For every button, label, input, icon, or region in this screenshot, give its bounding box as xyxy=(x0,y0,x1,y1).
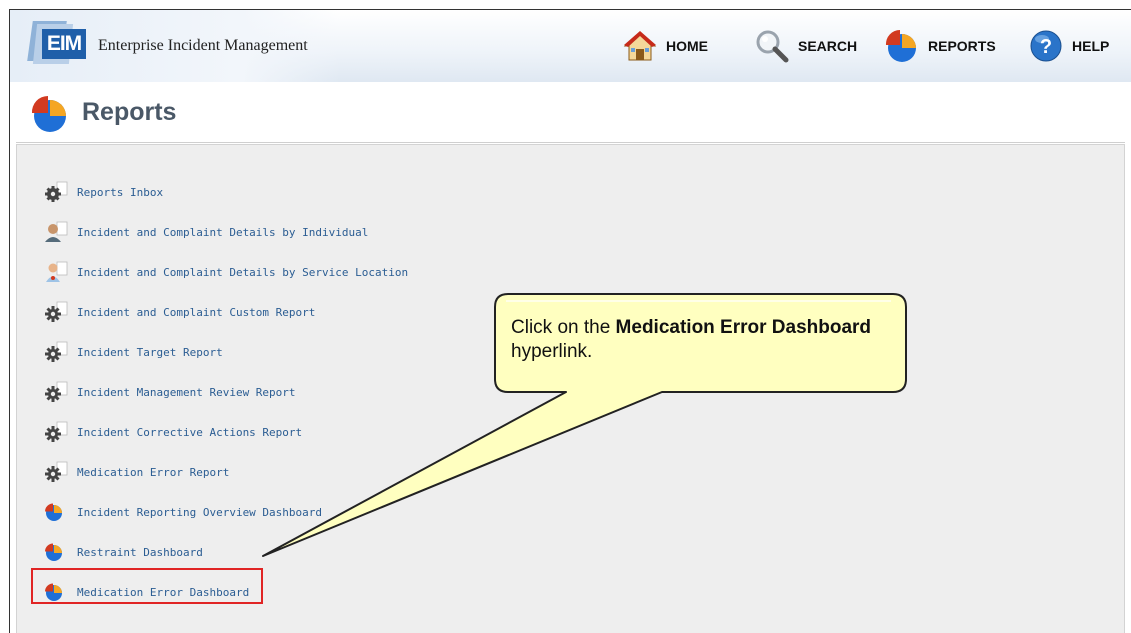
report-link-corrective-actions[interactable]: Incident Corrective Actions Report xyxy=(43,421,302,443)
highlight-box xyxy=(31,568,263,604)
help-icon: ? xyxy=(1028,28,1064,64)
pie-chart-icon xyxy=(884,28,920,64)
reports-panel: Reports Inbox Incident and Complaint Det… xyxy=(16,144,1125,633)
report-link-label[interactable]: Restraint Dashboard xyxy=(77,546,203,559)
page-title: Reports xyxy=(82,98,177,126)
report-link-label[interactable]: Incident and Complaint Details by Servic… xyxy=(77,266,408,279)
report-link-label[interactable]: Reports Inbox xyxy=(77,186,163,199)
report-link-custom-report[interactable]: Incident and Complaint Custom Report xyxy=(43,301,315,323)
nav-help-label: HELP xyxy=(1072,38,1110,54)
report-link-details-by-individual[interactable]: Incident and Complaint Details by Indivi… xyxy=(43,221,368,243)
callout-text-part2: hyperlink. xyxy=(511,341,593,362)
nav-help-button[interactable]: ? HELP xyxy=(1028,24,1109,68)
report-link-label[interactable]: Incident and Complaint Custom Report xyxy=(77,306,315,319)
person-icon xyxy=(43,221,77,243)
app-title: Enterprise Incident Management xyxy=(98,37,308,54)
magnifier-icon xyxy=(754,28,790,64)
top-navigation-bar: EIM Enterprise Incident Management HOME xyxy=(10,10,1131,82)
report-link-reports-inbox[interactable]: Reports Inbox xyxy=(43,181,163,203)
report-link-management-review[interactable]: Incident Management Review Report xyxy=(43,381,296,403)
gear-icon xyxy=(43,421,77,443)
nav-reports-button[interactable]: REPORTS xyxy=(884,24,996,68)
gear-icon xyxy=(43,381,77,403)
logo-area: EIM Enterprise Incident Management xyxy=(10,10,340,82)
svg-text:?: ? xyxy=(1040,36,1052,58)
report-link-restraint-dashboard[interactable]: Restraint Dashboard xyxy=(43,541,203,563)
nav-reports-label: REPORTS xyxy=(928,38,996,54)
report-link-details-by-service-location[interactable]: Incident and Complaint Details by Servic… xyxy=(43,261,408,283)
report-link-target-report[interactable]: Incident Target Report xyxy=(43,341,223,363)
nav-search-button[interactable]: SEARCH xyxy=(754,24,857,68)
gear-icon xyxy=(43,301,77,323)
logo-text: EIM xyxy=(42,29,86,59)
report-link-label[interactable]: Incident Reporting Overview Dashboard xyxy=(77,506,322,519)
house-icon xyxy=(622,28,658,64)
eim-logo[interactable]: EIM xyxy=(27,21,88,64)
report-link-medication-error-report[interactable]: Medication Error Report xyxy=(43,461,229,483)
callout-text-bold: Medication Error Dashboard xyxy=(615,317,872,338)
pie-chart-icon xyxy=(43,541,77,563)
nav-home-button[interactable]: HOME xyxy=(622,24,708,68)
report-link-label[interactable]: Incident and Complaint Details by Indivi… xyxy=(77,226,368,239)
report-link-label[interactable]: Incident Corrective Actions Report xyxy=(77,426,302,439)
report-link-label[interactable]: Medication Error Report xyxy=(77,466,229,479)
gear-icon xyxy=(43,341,77,363)
pie-chart-icon xyxy=(43,501,77,523)
page-header: Reports xyxy=(16,84,1125,143)
callout-text: Click on the Medication Error Dashboard … xyxy=(511,316,891,364)
pie-chart-icon xyxy=(30,94,70,138)
gear-icon xyxy=(43,461,77,483)
location-person-icon xyxy=(43,261,77,283)
report-link-label[interactable]: Incident Target Report xyxy=(77,346,223,359)
nav-home-label: HOME xyxy=(666,38,708,54)
gear-icon xyxy=(43,181,77,203)
nav-search-label: SEARCH xyxy=(798,38,858,54)
callout-text-part1: Click on the xyxy=(511,317,616,338)
report-link-overview-dashboard[interactable]: Incident Reporting Overview Dashboard xyxy=(43,501,322,523)
report-link-label[interactable]: Incident Management Review Report xyxy=(77,386,296,399)
